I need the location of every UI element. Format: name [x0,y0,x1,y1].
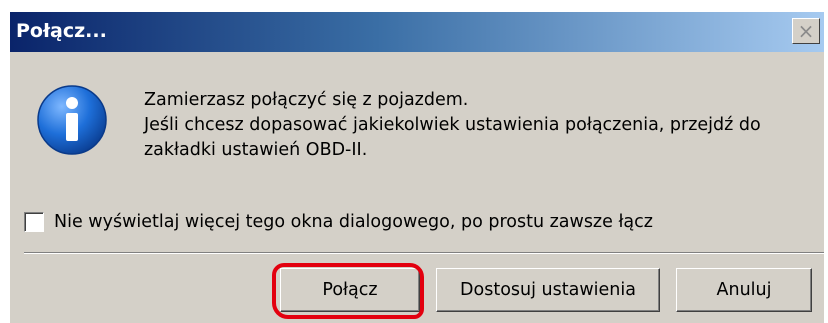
title-bar: Połącz... × [10,12,824,52]
info-icon [37,85,107,155]
message-line: Jeśli chcesz dopasować jakiekolwiek usta… [144,115,761,135]
separator [24,252,824,254]
cancel-button[interactable]: Anuluj [676,268,812,312]
connect-button[interactable]: Połącz [280,268,420,312]
dont-show-again-row[interactable]: Nie wyświetlaj więcej tego okna dialogow… [24,212,653,232]
dont-show-again-checkbox[interactable] [24,212,44,232]
message-line: Zamierzasz połączyć się z pojazdem. [144,90,469,110]
message-line: zakładki ustawień OBD-II. [144,140,368,160]
adjust-settings-button[interactable]: Dostosuj ustawienia [436,268,660,312]
close-button[interactable]: × [792,18,820,44]
window-title: Połącz... [16,20,107,42]
close-icon: × [797,19,815,43]
message-text: Zamierzasz połączyć się z pojazdem. Jeśl… [144,88,761,163]
dont-show-again-label[interactable]: Nie wyświetlaj więcej tego okna dialogow… [54,212,653,232]
connect-dialog: Połącz... × Zamierzasz połączyć się z po… [10,12,824,323]
